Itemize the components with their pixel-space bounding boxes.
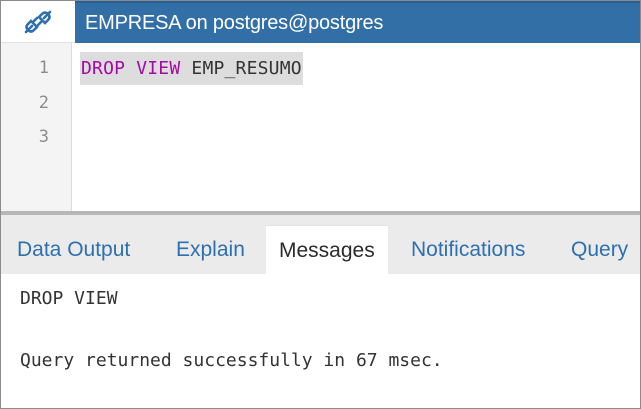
line-number: 2	[38, 93, 49, 113]
tab-explain[interactable]: Explain	[176, 225, 245, 274]
tab-data-output[interactable]: Data Output	[17, 225, 130, 274]
message-line: DROP VIEW	[20, 288, 118, 309]
messages-panel: DROP VIEW Query returned successfully in…	[1, 274, 640, 408]
sql-identifier: EMP_RESUMO	[191, 58, 302, 79]
sql-keyword-drop: DROP	[81, 58, 126, 79]
tab-notifications[interactable]: Notifications	[411, 225, 525, 274]
line-number-gutter: 1 2 3	[1, 43, 72, 211]
query-tool-window: EMPRESA on postgres@postgres 1 2 3 DROP …	[0, 0, 641, 409]
connection-link-icon	[24, 10, 52, 33]
message-line: Query returned successfully in 67 msec.	[20, 350, 443, 371]
connection-status-button[interactable]	[1, 1, 75, 43]
connection-title-bar[interactable]: EMPRESA on postgres@postgres	[75, 1, 640, 43]
code-line-1[interactable]: DROP VIEW EMP_RESUMO	[80, 52, 303, 85]
title-bar: EMPRESA on postgres@postgres	[1, 1, 640, 43]
sql-keyword-view: VIEW	[136, 58, 181, 79]
line-number: 1	[38, 58, 49, 78]
tab-query-history[interactable]: Query	[571, 225, 628, 274]
sql-editor[interactable]: 1 2 3 DROP VIEW EMP_RESUMO	[1, 43, 640, 211]
line-number: 3	[38, 127, 49, 147]
results-tab-bar: Data Output Explain Messages Notificatio…	[1, 215, 640, 274]
connection-title: EMPRESA on postgres@postgres	[85, 11, 384, 34]
tab-messages[interactable]: Messages	[266, 225, 388, 274]
